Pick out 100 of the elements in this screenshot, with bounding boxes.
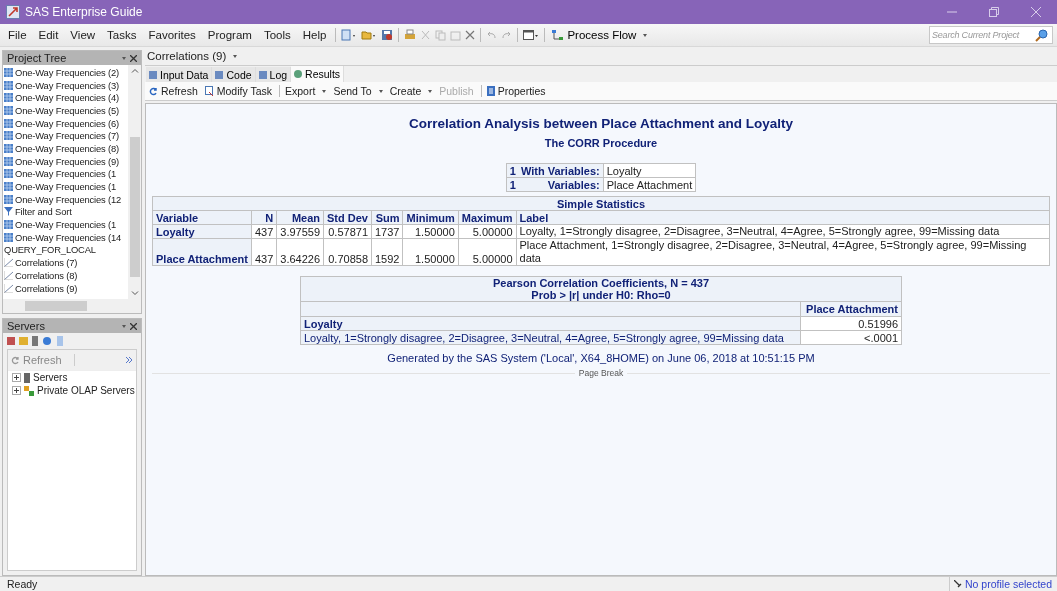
report-footer: Generated by the SAS System ('Local', X64_8HOME) on June 06, 2018 at 10:51:15 PM — [387, 352, 815, 364]
tree-item[interactable]: One-Way Frequencies (6) — [3, 116, 128, 130]
action-menu[interactable]: Create — [387, 85, 435, 97]
status-text: Ready — [7, 578, 38, 590]
action-button[interactable]: Properties — [480, 85, 548, 97]
tree-item[interactable]: One-Way Frequencies (1 — [3, 180, 128, 193]
table-cell: 1.50000 — [403, 224, 459, 239]
expander-icon[interactable] — [12, 386, 21, 395]
tree-item[interactable]: One-Way Frequencies (2) — [3, 66, 128, 79]
menu-item[interactable]: Program — [203, 29, 256, 41]
table-caption: Pearson Correlation Coefficients, N = 437 Prob > |r| under H0: Rho=0 — [300, 276, 902, 302]
table-cell: Loyalty — [603, 163, 696, 178]
table-cell: 3.97559 — [276, 224, 324, 239]
tree-item[interactable]: One-Way Frequencies (8) — [3, 142, 128, 155]
table-icon — [4, 194, 13, 204]
tree-item[interactable]: Filter and Sort — [3, 205, 128, 219]
action-button[interactable]: Refresh — [147, 85, 200, 97]
chevron-icon[interactable] — [126, 357, 133, 363]
search-icon[interactable] — [1035, 28, 1048, 42]
table-caption: Simple Statistics — [152, 196, 1050, 211]
tree-item[interactable]: One-Way Frequencies (4) — [3, 91, 128, 105]
action-menu[interactable]: Send To — [331, 85, 385, 97]
menu-item[interactable]: File — [4, 29, 31, 41]
list-icon — [486, 86, 495, 96]
tree-item[interactable]: One-Way Frequencies (9) — [3, 154, 128, 168]
copy-icon[interactable] — [435, 29, 447, 41]
menu-item[interactable]: View — [66, 29, 100, 41]
tree-item[interactable]: Servers — [8, 371, 136, 384]
table-cell: 0.57871 — [323, 224, 372, 239]
table-cell: 437 — [251, 238, 277, 266]
scrollbar[interactable] — [128, 65, 141, 299]
table-header-cell: 1 With Variables: — [506, 163, 604, 178]
table-cell: 5.00000 — [458, 238, 516, 266]
table-cell: 1737 — [371, 224, 403, 239]
table-icon — [4, 131, 13, 141]
document-tab[interactable]: Correlations (9) — [147, 50, 238, 62]
expander-icon[interactable] — [12, 373, 21, 382]
undo-icon[interactable] — [486, 30, 498, 40]
tree-item[interactable]: One-Way Frequencies (5) — [3, 104, 128, 117]
table-cell: 0.70858 — [323, 238, 372, 266]
tree-item[interactable]: One-Way Frequencies (7) — [3, 129, 128, 143]
action-menu[interactable]: Export — [279, 85, 329, 97]
menu-item[interactable]: Edit — [34, 29, 63, 41]
cube-icon — [24, 385, 34, 396]
table-cell: Loyalty, 1=Strongly disagree, 2=Disagree, 3=Neutral, 4=Agree, 5=Strongly agree, 99=Missing data — [516, 224, 1050, 239]
process-flow-button[interactable]: Process Flow — [550, 29, 650, 41]
table-icon — [4, 105, 13, 115]
table-icon — [4, 80, 13, 90]
refresh-icon — [11, 355, 20, 365]
print-icon[interactable] — [404, 29, 417, 41]
close-icon[interactable] — [130, 54, 137, 62]
tree-item[interactable]: One-Way Frequencies (1 — [3, 218, 128, 231]
close-icon[interactable] — [130, 322, 137, 330]
table-cell: 1592 — [371, 238, 403, 266]
menu-item[interactable]: Help — [298, 29, 331, 41]
table-icon — [4, 220, 13, 230]
tree-item[interactable]: One-Way Frequencies (14 — [3, 230, 128, 244]
table-icon — [4, 118, 13, 128]
table-icon — [4, 232, 13, 242]
tree-item[interactable]: Correlations (9) — [3, 281, 128, 295]
window-icon[interactable] — [523, 29, 540, 41]
delete-icon[interactable] — [465, 30, 476, 40]
table-icon — [4, 182, 13, 192]
profile-status[interactable]: No profile selected — [949, 577, 1057, 591]
table-icon — [4, 67, 13, 77]
action-button[interactable]: Modify Task — [202, 85, 274, 97]
open-folder-icon[interactable] — [361, 29, 378, 41]
tree-item[interactable]: One-Way Frequencies (12 — [3, 192, 128, 206]
tree-item[interactable]: Correlations (8) — [3, 269, 128, 282]
view-tab[interactable]: Input Data — [146, 67, 213, 82]
filter-icon — [4, 207, 13, 217]
new-icon[interactable] — [341, 29, 358, 41]
report-subtitle: The CORR Procedure — [544, 137, 658, 149]
tree-item[interactable]: Correlations (7) — [3, 256, 128, 269]
redo-icon[interactable] — [501, 30, 513, 40]
menu-item[interactable]: Tasks — [103, 29, 141, 41]
table-icon — [4, 93, 13, 103]
scrollbar[interactable] — [3, 299, 141, 313]
cut-icon[interactable] — [420, 29, 432, 41]
report-title: Correlation Analysis between Place Attachment and Loyalty — [409, 116, 793, 131]
table-cell: 5.00000 — [458, 224, 516, 239]
tree-item[interactable]: QUERY_FOR_LOCAL — [3, 243, 128, 257]
menu-item[interactable]: Favorites — [144, 29, 200, 41]
tree-item[interactable]: One-Way Frequencies (1 — [3, 167, 128, 181]
flow-icon — [552, 29, 565, 41]
view-tab[interactable]: Results — [291, 66, 345, 82]
table-cell: 1.50000 — [403, 238, 459, 266]
tree-item[interactable]: One-Way Frequencies (3) — [3, 78, 128, 92]
panel-title: Project Tree — [7, 52, 67, 64]
tree-item[interactable]: Private OLAP Servers — [8, 384, 136, 397]
table-icon — [4, 169, 13, 179]
view-tab[interactable]: Code — [212, 67, 256, 82]
refresh-icon — [149, 86, 158, 96]
view-tab[interactable]: Log — [255, 67, 292, 82]
search-field[interactable]: Search Current Project — [929, 26, 1053, 44]
app-icon — [6, 5, 20, 19]
server-icon — [24, 372, 30, 383]
restore-icon[interactable] — [989, 7, 999, 17]
save-icon[interactable] — [381, 29, 394, 41]
menu-item[interactable]: Tools — [259, 29, 295, 41]
